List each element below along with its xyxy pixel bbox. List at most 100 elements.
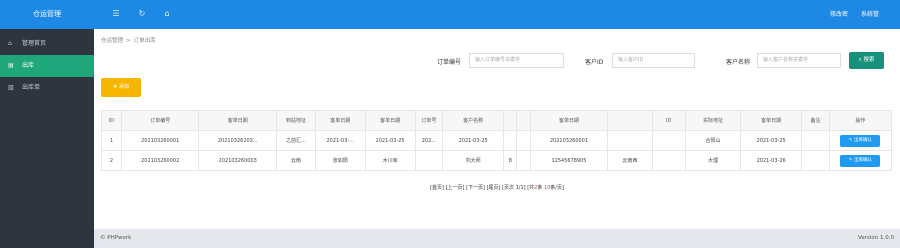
page-info: 条/页] bbox=[550, 185, 564, 191]
customer-name-label: 客户名称 bbox=[726, 59, 751, 66]
breadcrumb-item[interactable]: 仓运管理 bbox=[101, 38, 123, 44]
action-cell: ✎ 出库确认 bbox=[828, 130, 893, 151]
table-cell: 云南 bbox=[276, 150, 316, 171]
footer: © PHPwork Version 1.0.0 bbox=[94, 229, 900, 248]
orders-table: ID 订单编号 客单日期 到站地址 客单日期 客单日期 订单号 客户名称 客单日… bbox=[101, 110, 893, 171]
table-cell: 2021-03-25 bbox=[364, 130, 416, 151]
prev-page-link[interactable]: [上一页] bbox=[446, 185, 465, 191]
confirm-outbound-label: 出库确认 bbox=[854, 137, 873, 143]
confirm-outbound-button[interactable]: ✎ 出库确认 bbox=[840, 154, 881, 167]
main-content: 仓运管理 > 订单出库 订单编号 输入订单编号关键字 客户ID 输入客户ID 客户名… bbox=[94, 29, 900, 229]
last-page-link[interactable]: [尾页] bbox=[487, 185, 501, 191]
sidebar-item-label: 管理首页 bbox=[22, 40, 47, 47]
col-header: ID bbox=[101, 110, 122, 131]
order-no-label: 订单编号 bbox=[437, 59, 462, 66]
table-cell bbox=[516, 130, 531, 151]
table-cell bbox=[651, 130, 686, 151]
table-cell bbox=[801, 150, 830, 171]
table-row: 1 202103260001 20210326203... 之前汇... 202… bbox=[101, 130, 893, 151]
sidebar-item-home[interactable]: ⌂ 管理首页 bbox=[0, 33, 94, 55]
list-icon: ▤ bbox=[8, 62, 14, 69]
home-icon[interactable]: ⌂ bbox=[161, 8, 173, 20]
table-cell: 张如阳 bbox=[314, 150, 366, 171]
table-cell: 1 bbox=[101, 130, 122, 151]
table-cell: 202103260002 bbox=[120, 150, 200, 171]
breadcrumb: 仓运管理 > 订单出库 bbox=[101, 38, 156, 44]
table-cell: 2 bbox=[101, 150, 122, 171]
col-header bbox=[516, 110, 531, 131]
table-cell: 2021-03-25 bbox=[740, 130, 803, 151]
first-page-link[interactable]: [首页] bbox=[430, 185, 444, 191]
edit-icon: ✎ bbox=[848, 137, 853, 143]
table-cell: 2021-03-25 bbox=[442, 130, 505, 151]
top-bar: 仓运管理 ☰ ↻ ⌂ 修改密 系统管 bbox=[0, 0, 900, 29]
col-header bbox=[607, 110, 653, 131]
page-info: [页次 1/1] [共 bbox=[502, 185, 535, 191]
customer-id-label: 客户ID bbox=[585, 59, 604, 66]
pagination: [首页] [上一页] [下一页] [尾页] [页次 1/1] [共2条 10条/… bbox=[94, 184, 900, 191]
table-cell: 大理 bbox=[684, 150, 742, 171]
col-header: 备注 bbox=[801, 110, 830, 131]
table-cell: 木川库 bbox=[364, 150, 416, 171]
table-cell bbox=[414, 150, 444, 171]
table-row: 2 202103260002 202103260003 云南 张如阳 木川库 刘… bbox=[101, 150, 893, 171]
col-header: ID bbox=[651, 110, 686, 131]
table-cell bbox=[651, 150, 686, 171]
col-header: 到站地址 bbox=[276, 110, 316, 131]
table-cell: 20210326203... bbox=[198, 130, 278, 151]
search-button-label: 搜索 bbox=[863, 57, 875, 63]
sidebar-item-outbound[interactable]: ▤ 出库 bbox=[0, 55, 94, 77]
col-header: 客单日期 bbox=[364, 110, 416, 131]
table-cell: 12545678905 bbox=[529, 150, 609, 171]
table-cell: 202... bbox=[414, 130, 444, 151]
table-cell: 202103260001 bbox=[529, 130, 609, 151]
version: Version 1.0.0 bbox=[858, 235, 894, 241]
copyright: © PHPwork bbox=[100, 235, 132, 241]
page-info: 条 bbox=[537, 185, 544, 191]
breadcrumb-item: 订单出库 bbox=[133, 38, 156, 44]
table-cell: 202103260003 bbox=[198, 150, 278, 171]
customer-name-input[interactable]: 输入客户名称关键字 bbox=[757, 53, 841, 68]
sidebar-item-outbound-order[interactable]: ▥ 出库单 bbox=[0, 77, 94, 99]
table-cell: 202103260001 bbox=[120, 130, 200, 151]
change-password-link[interactable]: 修改密 bbox=[830, 0, 848, 29]
col-header: 客单日期 bbox=[198, 110, 278, 131]
doc-icon: ▥ bbox=[8, 84, 14, 91]
confirm-outbound-label: 出库确认 bbox=[854, 157, 873, 163]
table-cell bbox=[607, 130, 653, 151]
sidebar: ⌂ 管理首页 ▤ 出库 ▥ 出库单 bbox=[0, 29, 94, 248]
col-header: 实际地址 bbox=[684, 110, 742, 131]
add-button[interactable]: ✚ 添加 bbox=[101, 78, 141, 97]
add-icon: ✚ bbox=[113, 84, 118, 90]
action-cell: ✎ 出库确认 bbox=[828, 150, 893, 171]
add-button-label: 添加 bbox=[118, 84, 129, 90]
table-cell: 云南西 bbox=[607, 150, 653, 171]
col-header: 客单日期 bbox=[529, 110, 609, 131]
sidebar-item-label: 出库 bbox=[22, 62, 35, 69]
table-header-row: ID 订单编号 客单日期 到站地址 客单日期 客单日期 订单号 客户名称 客单日… bbox=[101, 110, 893, 131]
home-icon: ⌂ bbox=[8, 40, 12, 47]
menu-icon[interactable]: ☰ bbox=[110, 8, 122, 20]
col-header: 客户名称 bbox=[442, 110, 505, 131]
table-cell: 刘大师 bbox=[442, 150, 505, 171]
col-header: 订单编号 bbox=[120, 110, 200, 131]
table-cell bbox=[516, 150, 531, 171]
table-cell: 2021-03-... bbox=[314, 130, 366, 151]
table-cell bbox=[801, 130, 830, 151]
search-button[interactable]: ⌕ 搜索 bbox=[849, 52, 884, 69]
sidebar-item-label: 出库单 bbox=[22, 84, 41, 91]
col-header: 订单号 bbox=[414, 110, 444, 131]
confirm-outbound-button[interactable]: ✎ 出库确认 bbox=[840, 134, 881, 147]
app-brand: 仓运管理 bbox=[33, 10, 61, 18]
next-page-link[interactable]: [下一页] bbox=[466, 185, 485, 191]
table-cell: 2021-03-26 bbox=[740, 150, 803, 171]
order-no-input[interactable]: 输入订单编号关键字 bbox=[469, 53, 564, 68]
col-header: 客单日期 bbox=[740, 110, 803, 131]
refresh-icon[interactable]: ↻ bbox=[136, 8, 148, 20]
user-menu[interactable]: 系统管 bbox=[861, 0, 879, 29]
edit-icon: ✎ bbox=[848, 157, 853, 163]
col-header: 客单日期 bbox=[314, 110, 366, 131]
col-header bbox=[503, 110, 518, 131]
customer-id-input[interactable]: 输入客户ID bbox=[612, 53, 695, 68]
table-cell bbox=[503, 130, 518, 151]
